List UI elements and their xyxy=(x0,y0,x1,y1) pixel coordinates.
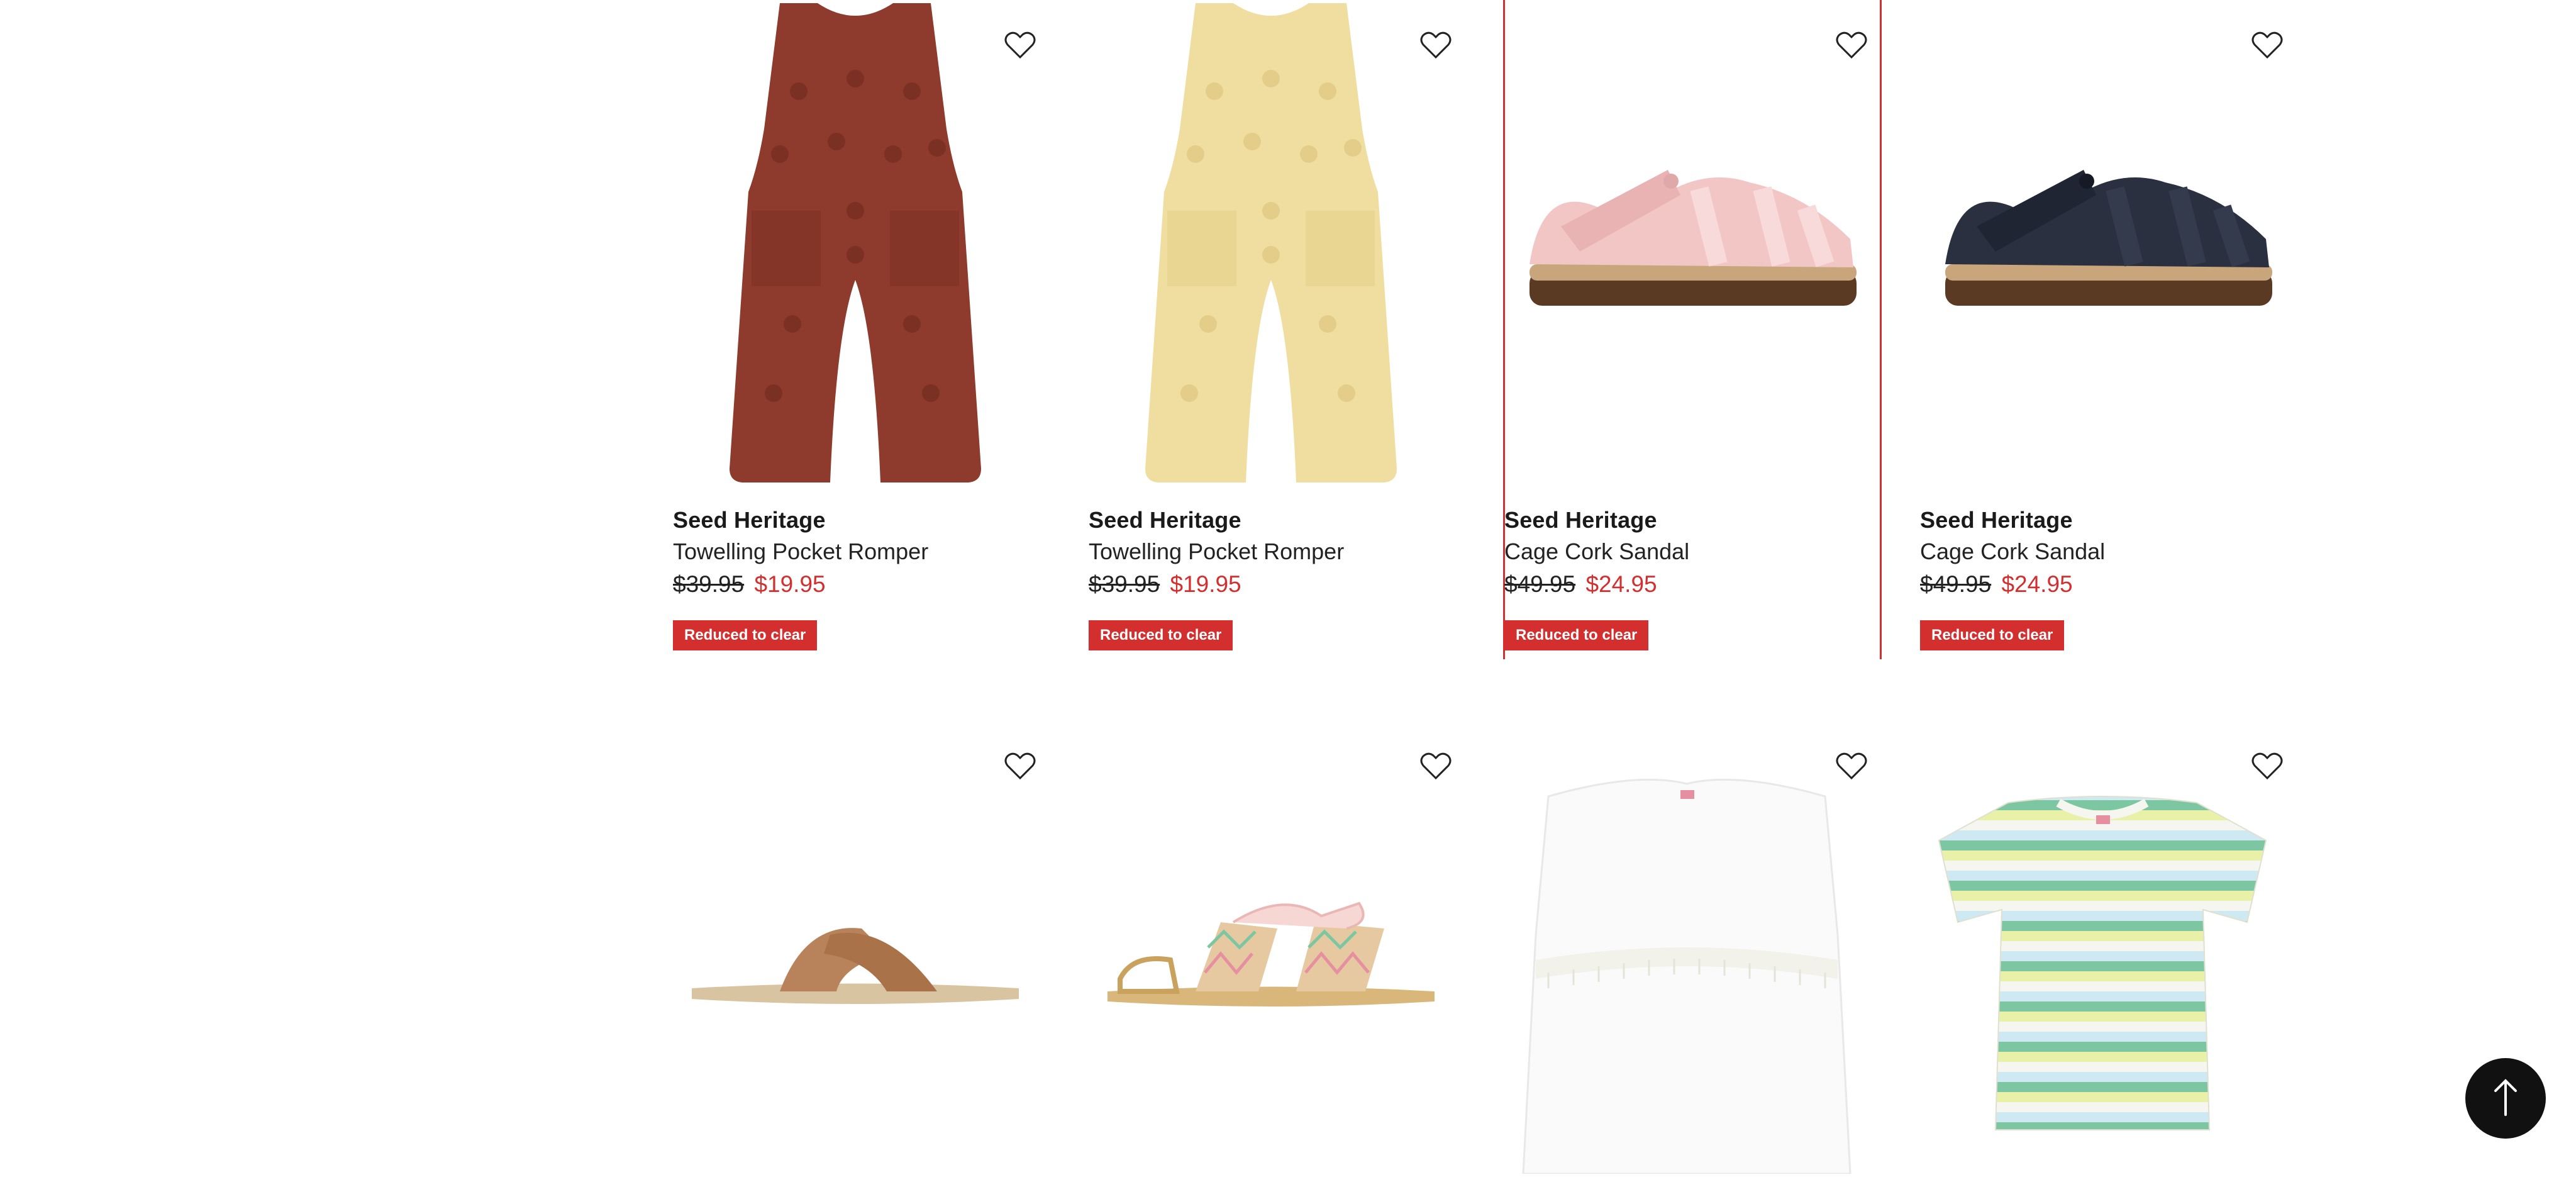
product-name[interactable]: Cage Cork Sandal xyxy=(1920,538,2105,565)
heart-outline-icon xyxy=(2251,752,2284,784)
product-brand[interactable]: Seed Heritage xyxy=(1089,507,1241,533)
heart-outline-icon xyxy=(1419,31,1452,63)
sale-badge: Reduced to clear xyxy=(673,620,818,650)
wishlist-button[interactable] xyxy=(996,745,1044,790)
product-price: $39.95 $19.95 xyxy=(673,571,826,598)
wishlist-button[interactable] xyxy=(1828,24,1875,69)
product-brand[interactable]: Seed Heritage xyxy=(1504,507,1657,533)
wishlist-button[interactable] xyxy=(1412,745,1460,790)
heart-outline-icon xyxy=(1835,31,1868,63)
product-price: $39.95 $19.95 xyxy=(1089,571,1241,598)
product-image[interactable] xyxy=(673,721,1038,1199)
product-image[interactable] xyxy=(1089,721,1453,1199)
product-price: $49.95 $24.95 xyxy=(1504,571,1657,598)
sale-badge: Reduced to clear xyxy=(1504,620,1649,650)
product-image[interactable] xyxy=(1920,0,2285,491)
sale-price: $24.95 xyxy=(1585,571,1657,597)
arrow-up-icon xyxy=(2490,1077,2521,1120)
product-name[interactable]: Cage Cork Sandal xyxy=(1504,538,1689,565)
product-brand[interactable]: Seed Heritage xyxy=(1920,507,2073,533)
sale-badge: Reduced to clear xyxy=(1920,620,2065,650)
product-name[interactable]: Towelling Pocket Romper xyxy=(673,538,928,565)
sale-price: $24.95 xyxy=(2001,571,2073,597)
wishlist-button[interactable] xyxy=(1412,24,1460,69)
wishlist-button[interactable] xyxy=(2243,24,2291,69)
heart-outline-icon xyxy=(1419,752,1452,784)
heart-outline-icon xyxy=(1004,752,1036,784)
sale-price: $19.95 xyxy=(754,571,826,597)
wishlist-button[interactable] xyxy=(996,24,1044,69)
heart-outline-icon xyxy=(2251,31,2284,63)
sale-price: $19.95 xyxy=(1170,571,1241,597)
original-price: $39.95 xyxy=(1089,571,1160,597)
original-price: $39.95 xyxy=(673,571,745,597)
product-price: $49.95 $24.95 xyxy=(1920,571,2073,598)
original-price: $49.95 xyxy=(1504,571,1576,597)
product-image[interactable] xyxy=(673,0,1038,491)
product-image[interactable] xyxy=(1920,721,2285,1199)
product-image[interactable] xyxy=(1504,0,1869,491)
product-name[interactable]: Towelling Pocket Romper xyxy=(1089,538,1344,565)
product-image[interactable] xyxy=(1089,0,1453,491)
wishlist-button[interactable] xyxy=(2243,745,2291,790)
product-image[interactable] xyxy=(1504,721,1869,1199)
wishlist-button[interactable] xyxy=(1828,745,1875,790)
back-to-top-button[interactable] xyxy=(2465,1058,2546,1139)
product-brand[interactable]: Seed Heritage xyxy=(673,507,826,533)
heart-outline-icon xyxy=(1835,752,1868,784)
original-price: $49.95 xyxy=(1920,571,1992,597)
heart-outline-icon xyxy=(1004,31,1036,63)
sale-badge: Reduced to clear xyxy=(1089,620,1233,650)
